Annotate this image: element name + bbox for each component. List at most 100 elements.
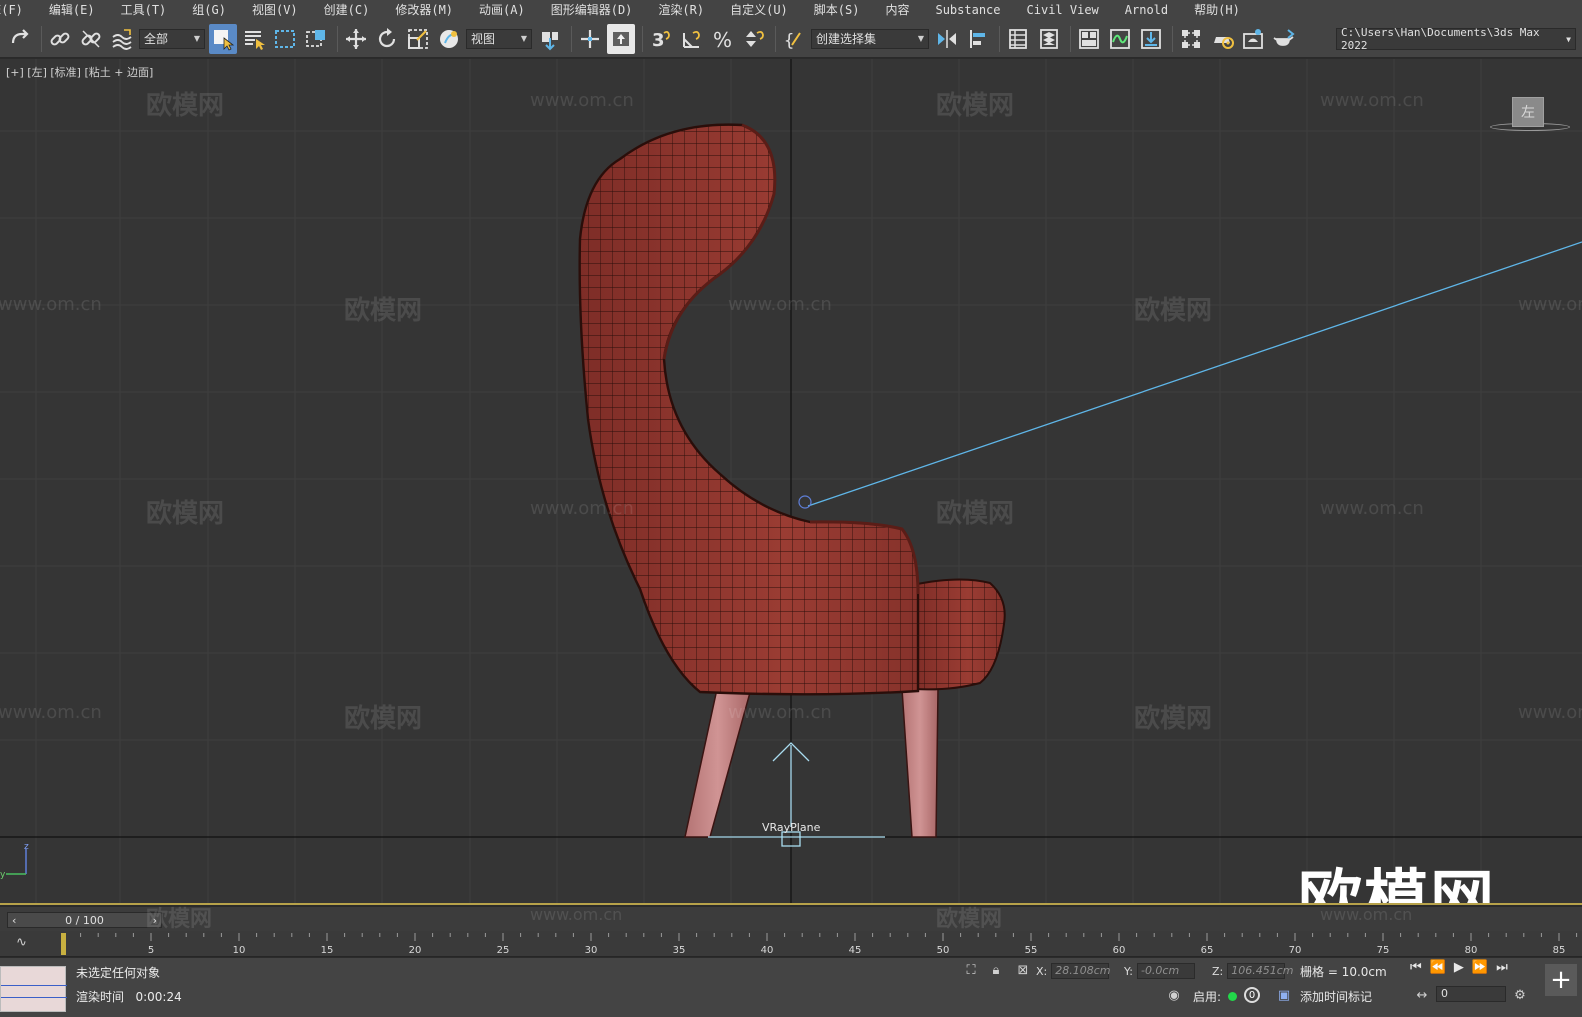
absolute-mode-icon[interactable]: ⊠ bbox=[1015, 962, 1031, 978]
track-bar-tick-label: 70 bbox=[1289, 945, 1302, 956]
watermark-url: www.om.cn bbox=[728, 702, 832, 723]
select-and-link-button[interactable] bbox=[46, 24, 74, 54]
window-crossing-button[interactable] bbox=[302, 24, 330, 54]
time-slider[interactable]: ‹ 0 / 100 › bbox=[7, 912, 162, 928]
edit-named-selection-button[interactable]: { bbox=[780, 24, 808, 54]
schematic-view-button[interactable] bbox=[1137, 24, 1165, 54]
go-to-end-icon[interactable]: ⏭ bbox=[1496, 960, 1508, 975]
menu-rendering[interactable]: 渲染(R) bbox=[645, 0, 717, 20]
isolate-selection-icon[interactable]: ⛶ bbox=[963, 962, 979, 978]
project-folder-field[interactable]: C:\Users\Han\Documents\3ds Max 2022 ▼ bbox=[1336, 26, 1576, 52]
spinner-snap-button[interactable] bbox=[740, 24, 768, 54]
menu-modifiers[interactable]: 修改器(M) bbox=[382, 0, 466, 20]
angle-snap-button[interactable] bbox=[678, 24, 706, 54]
menu-graph-editors[interactable]: 图形编辑器(D) bbox=[538, 0, 646, 20]
z-coordinate-field[interactable]: 106.451cm bbox=[1227, 963, 1294, 979]
select-manipulate-button[interactable] bbox=[576, 24, 604, 54]
rectangular-selection-button[interactable] bbox=[271, 24, 299, 54]
lock-icon[interactable]: 🔒︎ bbox=[988, 962, 1004, 978]
mirror-button[interactable] bbox=[933, 24, 961, 54]
keyboard-shortcut-override-button[interactable] bbox=[607, 23, 635, 54]
watermark-url: www.om.cn bbox=[530, 498, 634, 519]
svg-text:z: z bbox=[24, 842, 29, 852]
track-bar-tick-label: 45 bbox=[849, 945, 862, 956]
menu-create[interactable]: 创建(C) bbox=[311, 0, 383, 20]
menu-arnold[interactable]: Arnold bbox=[1112, 0, 1181, 20]
select-and-move-button[interactable] bbox=[342, 24, 370, 54]
site-watermark-logo: 欧模网 bbox=[1298, 864, 1496, 905]
percent-snap-button[interactable]: % bbox=[709, 24, 737, 54]
selection-filter-dropdown[interactable]: 全部 ▼ bbox=[139, 28, 205, 49]
render-production-button[interactable] bbox=[1270, 24, 1298, 54]
menu-customize[interactable]: 自定义(U) bbox=[717, 0, 801, 20]
layers-icon bbox=[1040, 28, 1058, 49]
align-button[interactable] bbox=[964, 24, 992, 54]
track-bar-tick-label: 15 bbox=[321, 945, 334, 956]
add-time-tag-button[interactable]: 添加时间标记 bbox=[1300, 988, 1372, 1005]
frame-counter: 0 / 100 bbox=[65, 913, 104, 927]
time-slider-bar: 欧模网 www.om.cn 欧模网 www.om.cn ‹ 0 / 100 › bbox=[0, 905, 1582, 932]
watermark-cn: 欧模网 bbox=[936, 907, 1003, 932]
next-frame-icon[interactable]: ⏩ bbox=[1472, 960, 1488, 975]
toolbar-separator bbox=[642, 25, 643, 52]
go-to-start-icon[interactable]: ⏮ bbox=[1410, 960, 1422, 975]
time-tag-icon[interactable]: ▣ bbox=[1276, 987, 1292, 1003]
redo-button[interactable] bbox=[6, 24, 34, 54]
create-panel-plus-button[interactable]: + bbox=[1545, 964, 1577, 996]
track-bar[interactable]: ∿ 5 10 15 20 25 30 35 40 45 50 55 60 65 70 75 80 85 bbox=[0, 931, 1582, 957]
menu-views[interactable]: 视图(V) bbox=[239, 0, 311, 20]
menu-edit[interactable]: 编辑(E) bbox=[36, 0, 108, 20]
menu-civil-view[interactable]: Civil View bbox=[1014, 0, 1112, 20]
percent-snap-icon: % bbox=[713, 28, 732, 51]
unlink-button[interactable] bbox=[77, 24, 105, 54]
bind-space-warp-button[interactable] bbox=[108, 24, 136, 54]
track-bar-tick-label: 20 bbox=[409, 945, 422, 956]
menu-content[interactable]: 内容 bbox=[872, 0, 922, 20]
play-icon[interactable]: ▶ bbox=[1454, 960, 1464, 975]
maxscript-listener-preview[interactable] bbox=[0, 966, 67, 1012]
toggle-ribbon-button[interactable] bbox=[1075, 24, 1103, 54]
reference-coordinate-dropdown[interactable]: 视图 ▼ bbox=[466, 28, 532, 49]
menu-scripting[interactable]: 脚本(S) bbox=[801, 0, 873, 20]
key-mode-icon[interactable]: ↔ bbox=[1414, 987, 1430, 1003]
track-bar-tick-label: 30 bbox=[585, 945, 598, 956]
scene-explorer-button[interactable] bbox=[1004, 24, 1032, 54]
select-and-place-button[interactable] bbox=[435, 24, 463, 54]
select-by-name-button[interactable] bbox=[240, 24, 268, 54]
menu-tools[interactable]: 工具(T) bbox=[108, 0, 180, 20]
left-viewport[interactable]: [+] [左] [标准] [粘土 + 边面] z y 欧模网 www.om.cn… bbox=[0, 59, 1582, 905]
track-bar-tick-label: 50 bbox=[937, 945, 950, 956]
enable-status-indicator[interactable] bbox=[1228, 992, 1237, 1001]
select-and-rotate-button[interactable] bbox=[373, 24, 401, 54]
pivot-center-button[interactable] bbox=[536, 24, 564, 54]
select-and-scale-button[interactable] bbox=[404, 24, 432, 54]
menu-file[interactable]: E(F) bbox=[0, 0, 36, 20]
curve-editor-button[interactable] bbox=[1106, 24, 1134, 54]
track-bar-tick-label: 35 bbox=[673, 945, 686, 956]
watermark-cn: 欧模网 bbox=[1134, 296, 1213, 326]
render-setup-button[interactable] bbox=[1208, 24, 1236, 54]
layer-explorer-button[interactable] bbox=[1035, 24, 1063, 54]
viewport-label-menu[interactable]: [+] [左] [标准] [粘土 + 边面] bbox=[6, 64, 153, 80]
menu-help[interactable]: 帮助(H) bbox=[1181, 0, 1253, 20]
rendered-frame-window-button[interactable] bbox=[1239, 24, 1267, 54]
viewcube[interactable]: 左 bbox=[1512, 97, 1544, 127]
x-coordinate-field[interactable]: 28.108cm bbox=[1051, 963, 1111, 979]
material-editor-button[interactable] bbox=[1177, 24, 1205, 54]
select-object-button[interactable] bbox=[209, 23, 237, 54]
named-selection-set-dropdown[interactable]: 创建选择集 ▼ bbox=[811, 28, 929, 49]
menu-substance[interactable]: Substance bbox=[922, 0, 1013, 20]
previous-frame-icon[interactable]: ⏪ bbox=[1430, 960, 1446, 975]
x-label: X: bbox=[1036, 964, 1048, 978]
y-coordinate-field[interactable]: -0.0cm bbox=[1136, 963, 1195, 979]
time-configuration-icon[interactable]: ⚙ bbox=[1512, 987, 1528, 1003]
current-frame-field[interactable]: 0 bbox=[1436, 986, 1506, 1002]
svg-text:y: y bbox=[0, 870, 6, 880]
current-frame-marker[interactable] bbox=[61, 933, 66, 955]
menu-animation[interactable]: 动画(A) bbox=[466, 0, 538, 20]
menu-group[interactable]: 组(G) bbox=[179, 0, 239, 20]
adaptive-degradation-icon[interactable]: ◉ bbox=[1166, 987, 1182, 1003]
snaps-toggle-button[interactable]: 3 bbox=[647, 24, 675, 54]
redo-icon bbox=[11, 28, 29, 43]
chevron-left-icon[interactable]: ‹ bbox=[12, 914, 16, 927]
